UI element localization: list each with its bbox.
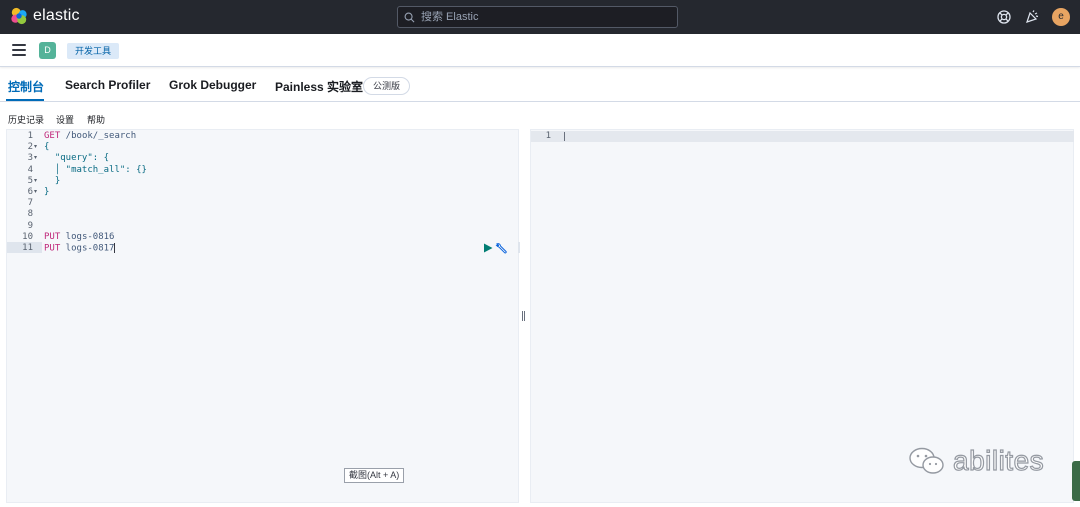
http-method: PUT (44, 243, 61, 254)
beta-badge: 公测版 (363, 77, 411, 95)
code-line[interactable]: } (44, 187, 520, 198)
output-active-line (531, 131, 1074, 142)
app-name: elastic (33, 7, 80, 24)
code-line[interactable] (44, 198, 520, 209)
space-avatar[interactable]: D (39, 42, 56, 59)
tab-search-profiler[interactable]: Search Profiler (65, 78, 150, 92)
output-cursor (564, 132, 565, 141)
code-line[interactable]: PUT logs-0816 (44, 232, 520, 243)
line-number: 10 (22, 231, 33, 242)
fold-toggle-icon[interactable]: ▾ (34, 153, 37, 164)
menu-icon[interactable] (12, 44, 26, 56)
fold-toggle-icon[interactable]: ▾ (34, 142, 37, 153)
line-number: 7 (27, 198, 33, 209)
fold-toggle-icon[interactable]: ▾ (34, 187, 37, 198)
code-text: "query": { (44, 153, 110, 164)
active-tab-indicator (6, 99, 44, 101)
code-line[interactable]: } (44, 176, 520, 187)
code-line[interactable]: GET /book/_search (44, 131, 520, 142)
tab-console[interactable]: 控制台 (8, 78, 44, 95)
search-icon (404, 12, 415, 22)
request-editor[interactable]: 1 2 ▾ 3 ▾ 4 5 ▾ 6 ▾ 7 8 9 10 11 GET /book/_search{ "qu… (6, 129, 520, 503)
line-number: 6 (27, 187, 33, 197)
resize-handle[interactable] (522, 311, 526, 321)
code-text: { (44, 142, 50, 153)
screenshot-tooltip: 截图(Alt + A) (344, 468, 405, 483)
code-text: logs-0816 (60, 231, 115, 242)
line-number: 2 (27, 142, 33, 153)
output-gutter (531, 130, 560, 502)
code-area[interactable]: GET /book/_search{ "query": { │ "match_a… (42, 130, 518, 502)
watermark-text: abilites (952, 444, 1045, 476)
code-text: /book/_search (60, 131, 137, 141)
elastic-logo[interactable]: elastic (10, 7, 80, 25)
code-text: logs-0817 (60, 243, 115, 254)
code-line[interactable]: "query": { (44, 153, 520, 164)
line-number: 11 (22, 243, 33, 253)
code-line[interactable]: PUT logs-0817 (44, 243, 520, 254)
sub-header: D 开发工具 (0, 34, 1080, 67)
newsfeed-icon[interactable] (1024, 9, 1040, 25)
user-avatar[interactable]: e (1052, 8, 1070, 26)
http-method: PUT (44, 231, 61, 242)
elastic-logo-icon (11, 7, 27, 25)
search-input[interactable] (421, 11, 661, 23)
history-link[interactable]: 历史记录 (8, 113, 44, 126)
settings-link[interactable]: 设置 (56, 113, 74, 126)
code-line[interactable] (44, 209, 520, 220)
fold-toggle-icon[interactable]: ▾ (34, 176, 37, 187)
code-line[interactable] (44, 221, 520, 232)
line-number: 9 (27, 220, 33, 231)
breadcrumb[interactable]: 开发工具 (67, 43, 120, 59)
text-cursor (114, 243, 116, 253)
line-number: 8 (27, 209, 33, 220)
top-header: elastic e (0, 0, 1080, 34)
play-icon[interactable] (483, 243, 493, 253)
output-line-number: 1 (545, 131, 551, 141)
code-line[interactable]: │ "match_all": {} (44, 165, 520, 176)
code-text: │ "match_all": {} (44, 164, 147, 175)
wechat-watermark: abilites (907, 444, 1045, 477)
code-text: } (44, 187, 50, 197)
global-search[interactable] (397, 6, 678, 28)
help-link[interactable]: 帮助 (87, 113, 105, 126)
wechat-icon (909, 447, 944, 474)
line-number: 4 (27, 164, 33, 175)
wrench-icon[interactable] (495, 242, 507, 254)
code-text: } (44, 175, 61, 186)
side-panel-tab[interactable] (1072, 461, 1080, 501)
code-line[interactable]: { (44, 142, 520, 153)
http-method: GET (44, 131, 61, 141)
line-number: 3 (27, 153, 33, 164)
line-number: 5 (27, 175, 33, 186)
tab-grok-debugger[interactable]: Grok Debugger (169, 78, 256, 92)
help-icon[interactable] (996, 9, 1012, 25)
devtools-tabs: 控制台 Search Profiler Grok Debugger Painle… (0, 68, 1080, 102)
line-number: 1 (27, 131, 33, 141)
tab-painless-lab[interactable]: Painless 实验室 (275, 78, 363, 95)
